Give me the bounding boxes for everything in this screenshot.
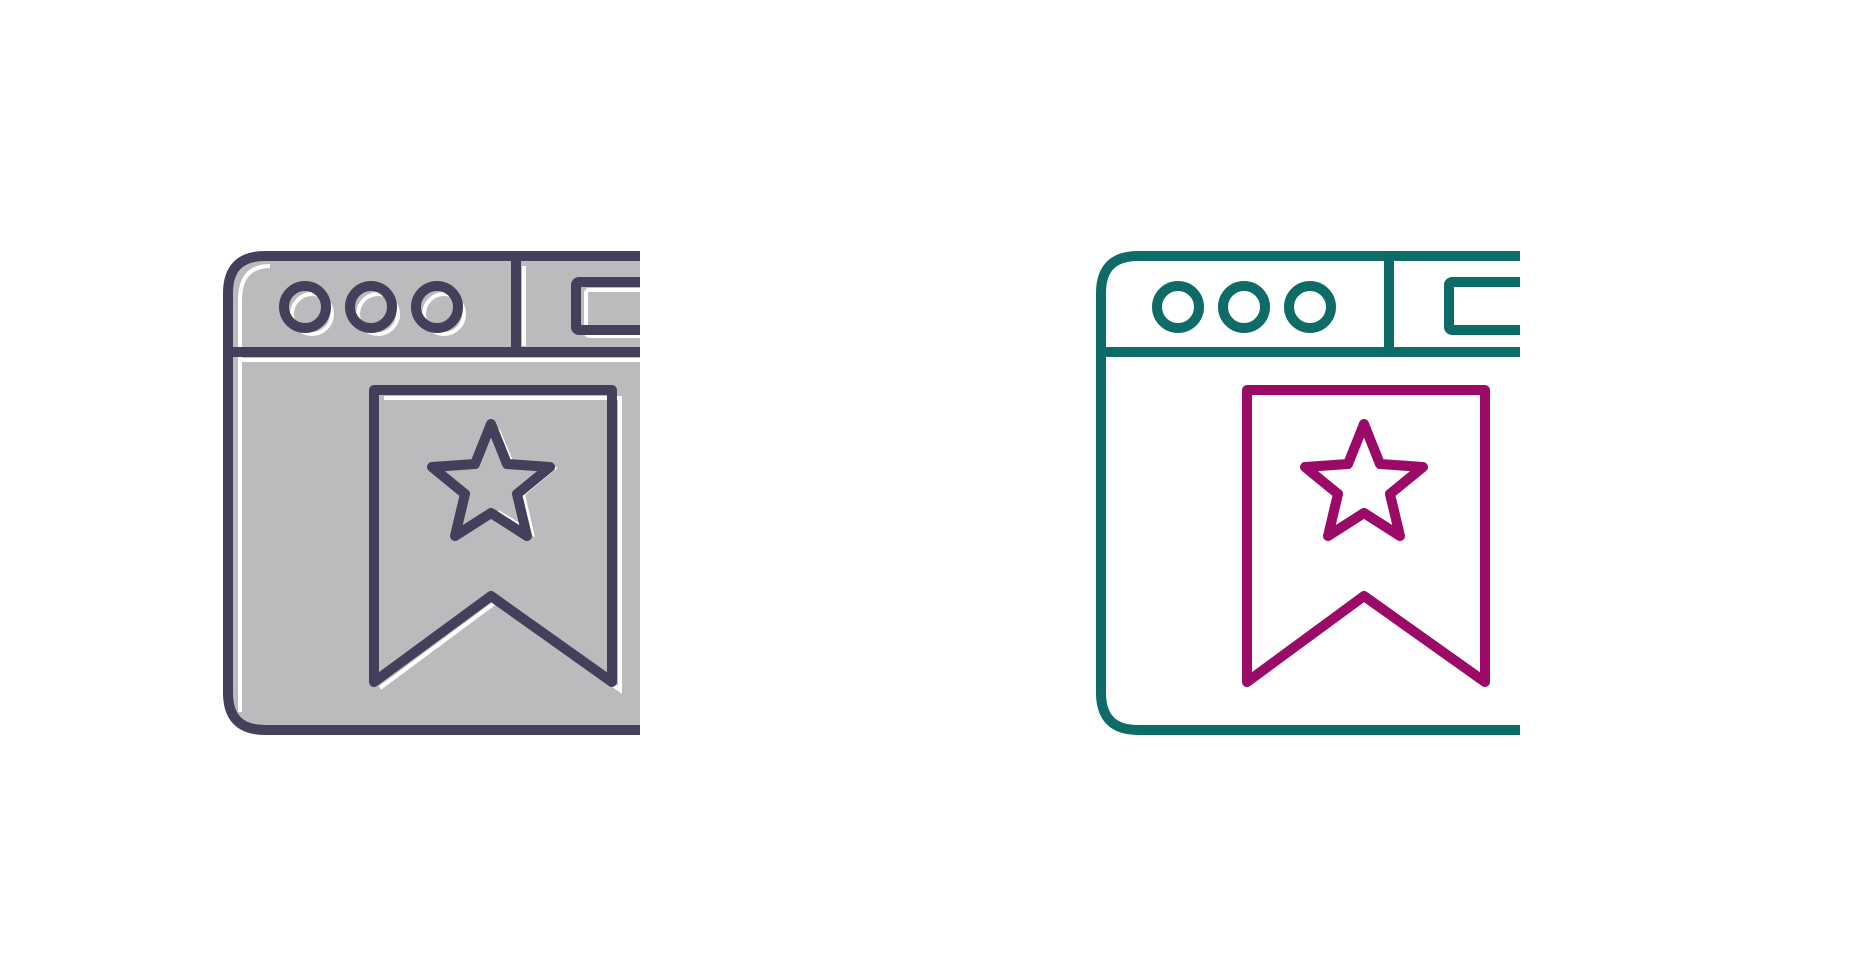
address-bar (1444, 277, 1520, 335)
icon-pair-canvas (0, 0, 1854, 980)
bookmark-ribbon (1242, 385, 1490, 687)
window-control-3 (1284, 281, 1336, 333)
bookmark-webpage-filled-icon (223, 251, 640, 735)
window-control-2 (1218, 281, 1270, 333)
star-icon (1300, 419, 1428, 541)
window-control-1 (1152, 281, 1204, 333)
bookmark-webpage-outline-icon (1096, 251, 1520, 735)
